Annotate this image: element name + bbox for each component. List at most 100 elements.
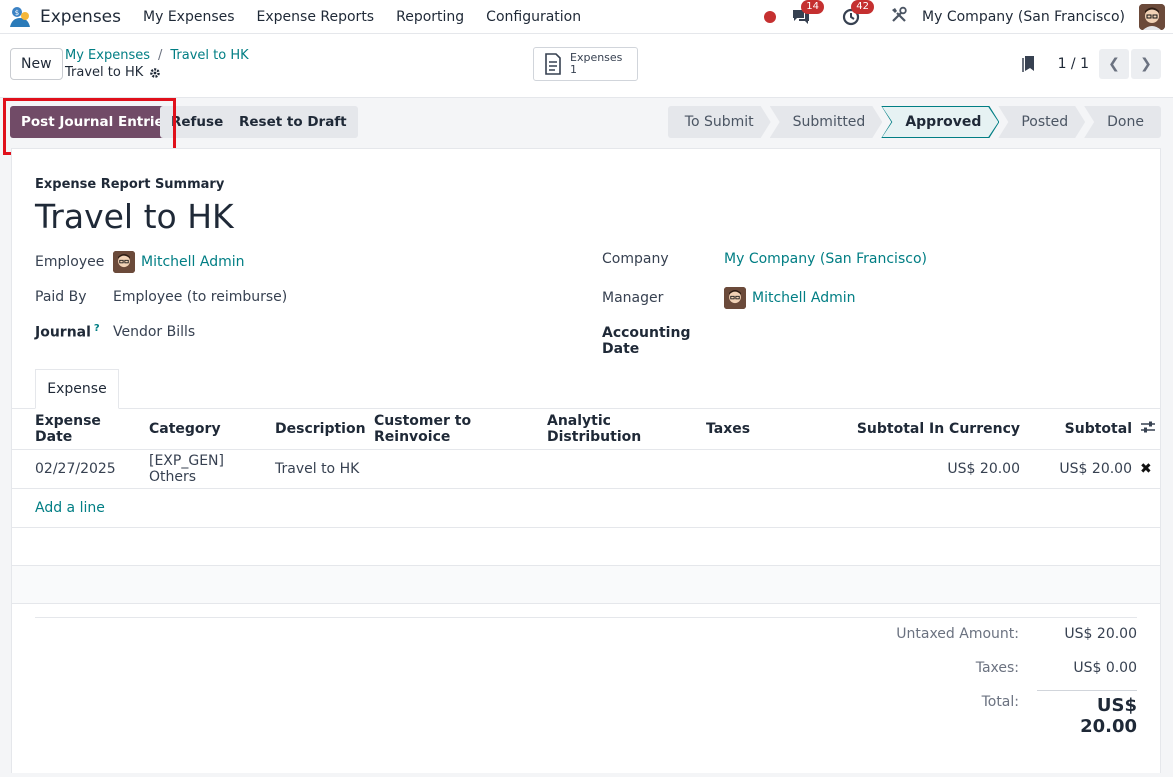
breadcrumb-my-expenses[interactable]: My Expenses — [65, 48, 150, 63]
messages-badge: 14 — [801, 0, 825, 14]
user-avatar[interactable] — [1139, 3, 1165, 30]
record-name-row: Travel to HK — [65, 65, 161, 80]
journal-field: Journal? Vendor Bills — [35, 323, 195, 341]
taxes-value: US$ 0.00 — [1073, 660, 1137, 676]
new-button[interactable]: New — [10, 48, 63, 80]
col-customer-to-reinvoice[interactable]: Customer to Reinvoice — [370, 409, 543, 450]
reset-to-draft-button[interactable]: Reset to Draft — [228, 106, 358, 138]
col-subtotal-in-currency[interactable]: Subtotal In Currency — [782, 409, 1024, 450]
col-analytic-distribution[interactable]: Analytic Distribution — [543, 409, 702, 450]
bookmark-icon[interactable] — [1021, 55, 1036, 73]
menu-configuration[interactable]: Configuration — [486, 9, 581, 25]
manager-field: Manager Mitchell Admin — [602, 287, 856, 309]
expenses-smart-button[interactable]: Expenses 1 — [533, 47, 638, 81]
manager-label: Manager — [602, 290, 664, 306]
document-icon — [545, 53, 561, 75]
stage-submitted[interactable]: Submitted — [770, 106, 883, 138]
untaxed-amount-label: Untaxed Amount: — [896, 626, 1019, 642]
tools-icon[interactable] — [890, 6, 908, 28]
expense-lines-table: Expense Date Category Description Custom… — [12, 409, 1160, 604]
journal-value[interactable]: Vendor Bills — [113, 324, 195, 340]
table-row[interactable]: 02/27/2025 [EXP_GEN] Others Travel to HK… — [12, 449, 1160, 489]
manager-link[interactable]: Mitchell Admin — [752, 290, 856, 306]
chevron-left-icon: ❮ — [1108, 56, 1120, 72]
status-bar: Post Journal Entries Refuse Reset to Dra… — [0, 98, 1173, 155]
chevron-right-icon: ❯ — [1140, 56, 1152, 72]
messages-button[interactable]: 14 — [790, 0, 825, 28]
column-settings-icon[interactable] — [1140, 420, 1156, 434]
company-label: Company — [602, 251, 669, 267]
employee-link[interactable]: Mitchell Admin — [141, 254, 245, 270]
stage-to-submit[interactable]: To Submit — [668, 106, 771, 138]
cell-expense-date[interactable]: 02/27/2025 — [12, 449, 145, 489]
main-menu: My Expenses Expense Reports Reporting Co… — [143, 9, 581, 25]
cell-subtotal[interactable]: US$ 20.00 — [1024, 449, 1136, 489]
breadcrumb: My Expenses / Travel to HK — [65, 48, 249, 63]
company-switcher[interactable]: My Company (San Francisco) — [922, 9, 1125, 25]
control-panel: New My Expenses / Travel to HK Travel to H… — [0, 34, 1173, 98]
col-expense-date[interactable]: Expense Date — [12, 409, 145, 450]
add-a-line-link[interactable]: Add a line — [35, 500, 105, 516]
accounting-date-field: Accounting Date — [602, 325, 924, 357]
company-link[interactable]: My Company (San Francisco) — [724, 251, 927, 267]
totals-section: Untaxed Amount: US$ 20.00 Taxes: US$ 0.0… — [35, 617, 1137, 737]
stage-posted[interactable]: Posted — [998, 106, 1085, 138]
menu-reporting[interactable]: Reporting — [396, 9, 464, 25]
cell-customer[interactable] — [370, 449, 543, 489]
journal-help-icon[interactable]: ? — [94, 323, 100, 334]
accounting-date-label: Accounting Date — [602, 325, 691, 357]
empty-row — [12, 527, 1160, 566]
form-subtitle: Expense Report Summary — [35, 177, 225, 192]
delete-row-icon[interactable]: ✖ — [1140, 461, 1152, 477]
employee-avatar — [113, 251, 135, 273]
notebook-tabs: Expense — [12, 369, 1160, 409]
pager-previous-button[interactable]: ❮ — [1099, 49, 1129, 79]
accounting-date-input[interactable] — [724, 332, 924, 350]
taxes-row: Taxes: US$ 0.00 — [819, 660, 1137, 676]
untaxed-amount-row: Untaxed Amount: US$ 20.00 — [819, 626, 1137, 642]
stage-pipeline: To Submit Submitted Approved Posted Done — [669, 106, 1161, 138]
cell-category[interactable]: [EXP_GEN] Others — [145, 449, 271, 489]
post-journal-entries-button[interactable]: Post Journal Entries — [10, 106, 183, 138]
journal-label: Journal — [35, 324, 91, 341]
menu-expense-reports[interactable]: Expense Reports — [257, 9, 375, 25]
taxes-label: Taxes: — [975, 660, 1019, 676]
smart-button-label: Expenses — [570, 51, 623, 64]
cell-subtotal-in-currency[interactable]: US$ 20.00 — [782, 449, 1024, 489]
stage-done[interactable]: Done — [1084, 106, 1161, 138]
stage-approved[interactable]: Approved — [882, 107, 998, 137]
refuse-button[interactable]: Refuse — [160, 106, 235, 138]
cell-description[interactable]: Travel to HK — [271, 449, 370, 489]
breadcrumb-travel-to-hk[interactable]: Travel to HK — [170, 48, 248, 63]
tab-expense[interactable]: Expense — [35, 369, 119, 409]
col-category[interactable]: Category — [145, 409, 271, 450]
total-row: Total: US$ 20.00 — [819, 690, 1137, 737]
manager-avatar — [724, 287, 746, 309]
col-description[interactable]: Description — [271, 409, 370, 450]
pager: 1 / 1 ❮ ❯ — [1021, 49, 1161, 79]
menu-my-expenses[interactable]: My Expenses — [143, 9, 235, 25]
employee-label: Employee — [35, 254, 105, 270]
untaxed-amount-value: US$ 20.00 — [1064, 626, 1137, 642]
activities-button[interactable]: 42 — [840, 0, 875, 28]
cell-analytic[interactable] — [543, 449, 702, 489]
cell-taxes[interactable] — [702, 449, 782, 489]
pager-value[interactable]: 1 / 1 — [1058, 56, 1089, 72]
pager-next-button[interactable]: ❯ — [1131, 49, 1161, 79]
top-navbar: $ Expenses My Expenses Expense Reports R… — [0, 0, 1173, 34]
total-label: Total: — [981, 694, 1019, 710]
expenses-app-icon[interactable]: $ — [8, 5, 32, 29]
company-field: Company My Company (San Francisco) — [602, 251, 927, 267]
systray: 14 42 My Company (San Francisco) — [764, 0, 1173, 30]
recording-dot-icon[interactable] — [764, 10, 777, 23]
col-taxes[interactable]: Taxes — [702, 409, 782, 450]
app-name[interactable]: Expenses — [40, 7, 121, 27]
smart-button-count: 1 — [570, 63, 577, 76]
form-sheet: Expense Report Summary Travel to HK Empl… — [11, 148, 1161, 773]
form-title[interactable]: Travel to HK — [35, 197, 234, 236]
gear-icon[interactable] — [149, 67, 161, 79]
svg-text:$: $ — [15, 9, 19, 17]
col-subtotal[interactable]: Subtotal — [1024, 409, 1136, 450]
paid-by-value[interactable]: Employee (to reimburse) — [113, 289, 287, 305]
empty-row — [12, 565, 1160, 604]
